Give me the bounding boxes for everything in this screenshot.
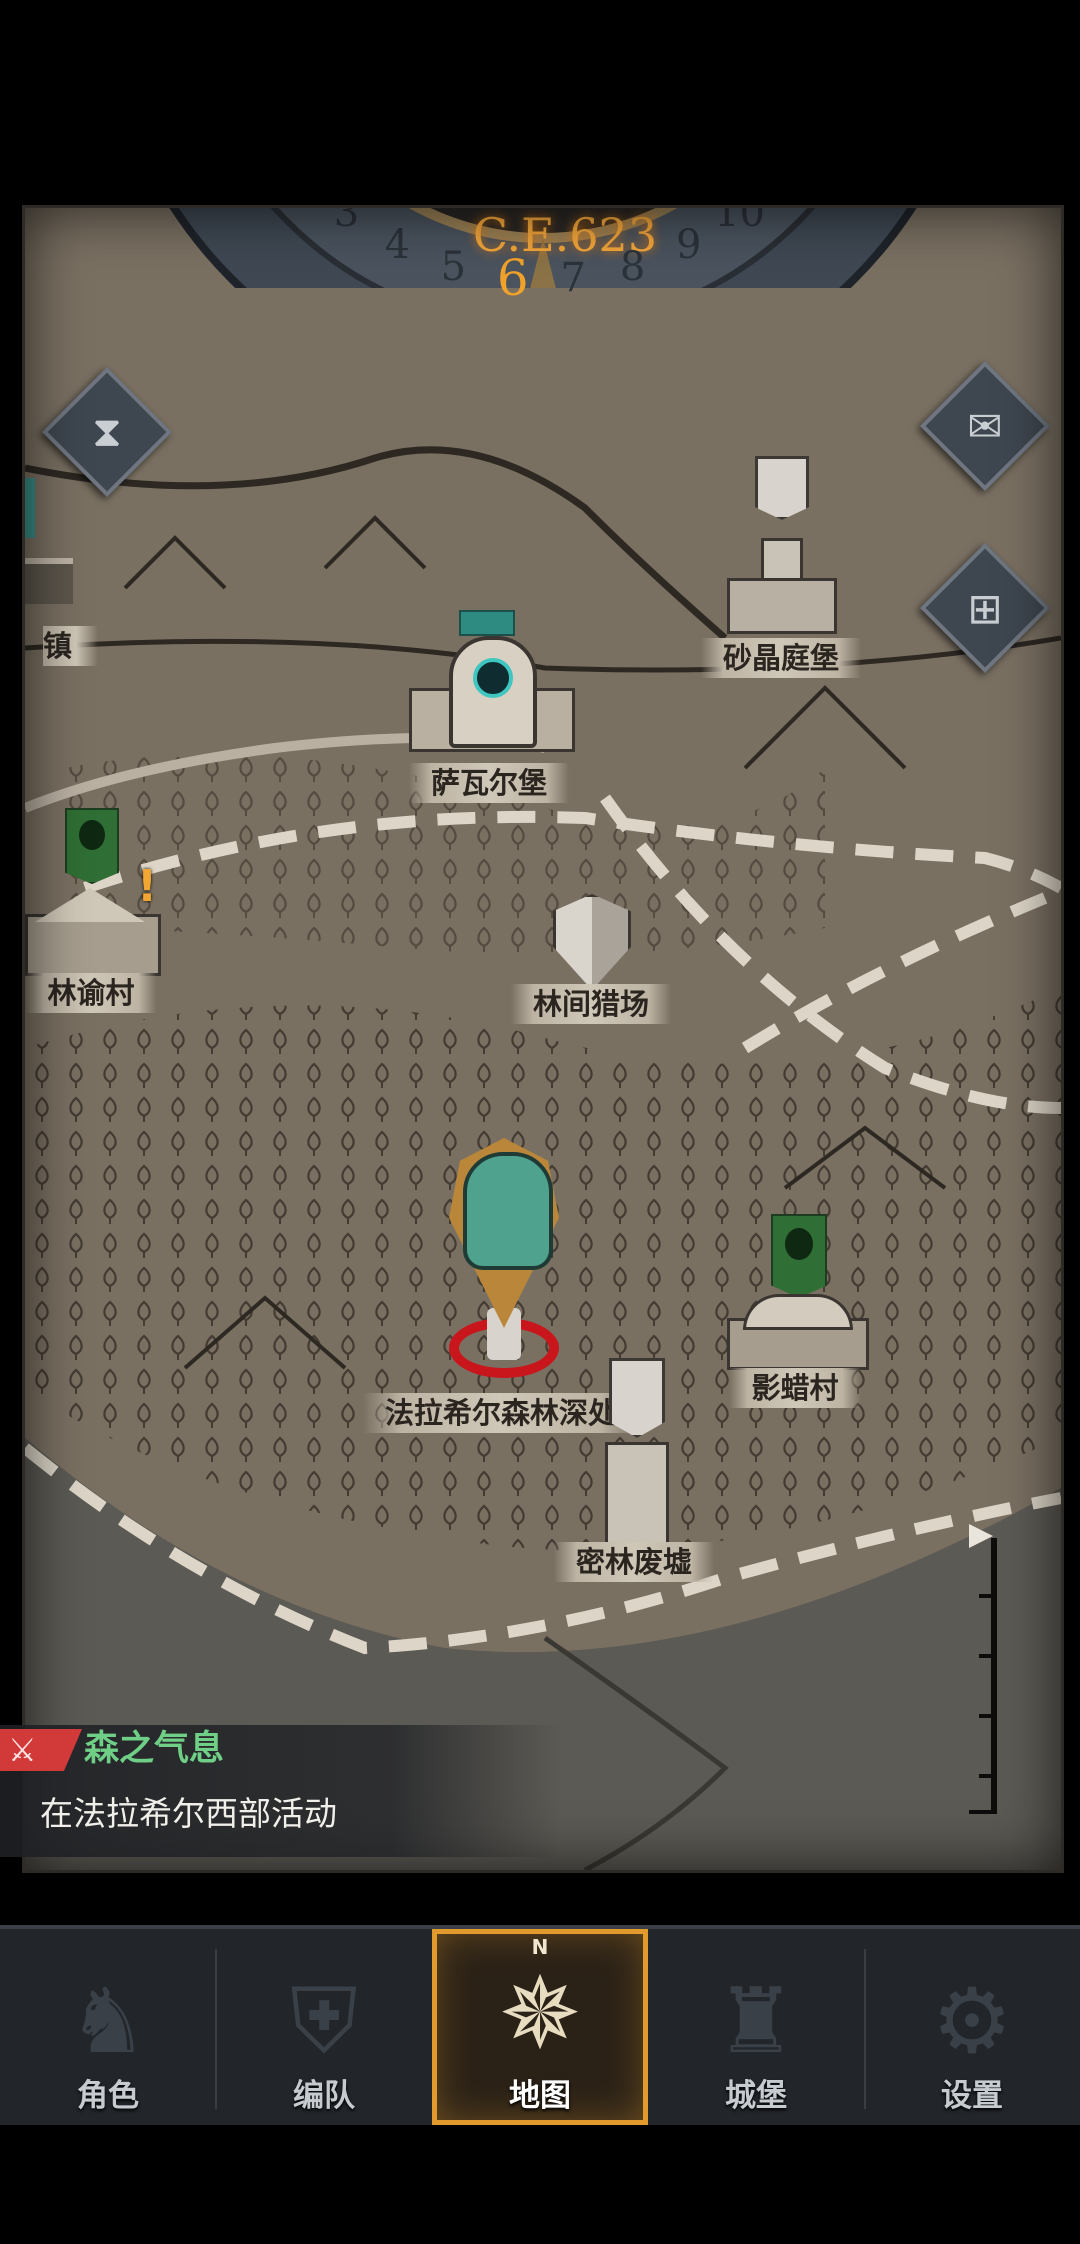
calendar-month: 5 <box>440 244 467 291</box>
partial-village-icon[interactable] <box>25 558 73 604</box>
player-marker[interactable] <box>449 1138 559 1398</box>
teal-edge-marker <box>25 478 35 538</box>
savar-castle-icon[interactable] <box>409 628 575 752</box>
world-map[interactable]: C.E.623 123456789101112 ⧗ ✉ ⊞ 镇 砂晶庭堡 萨瓦尔… <box>22 205 1064 1873</box>
crossed-swords-icon: ⚔ <box>8 1731 37 1769</box>
linyu-banner <box>65 808 119 884</box>
location-hunting-ground[interactable]: 林间猎场 <box>510 984 672 1024</box>
calendar-month: 7 <box>560 255 586 302</box>
knight-icon: ♞ <box>67 1969 149 2074</box>
hourglass-icon: ⧗ <box>92 407 122 456</box>
helmet-icon <box>463 1152 553 1270</box>
tree-icon <box>79 820 105 850</box>
ruins-tower-icon[interactable] <box>605 1442 669 1548</box>
calendar-month: 8 <box>619 244 646 291</box>
calendar-month: 4 <box>384 221 411 268</box>
tab-label-formation: 编队 <box>293 2078 355 2114</box>
location-forest-ruins[interactable]: 密林废墟 <box>553 1542 715 1582</box>
tab-label-map: 地图 <box>509 2078 571 2114</box>
castle-icon: ♜ <box>715 1969 797 2074</box>
grid-icon: ⊞ <box>967 583 1003 633</box>
bottom-tab-bar: ♞ 角色 ⛨ 编队 N ✵ 地图 ♜ 城堡 ⚙ 设置 <box>0 1925 1080 2125</box>
ruins-flag <box>609 1358 665 1438</box>
calendar-month: 10 <box>714 205 766 236</box>
tab-label-settings: 设置 <box>941 2078 1003 2114</box>
shadow-village-icon[interactable] <box>727 1294 869 1370</box>
zoom-slider[interactable] <box>969 1524 997 1814</box>
calendar-month: 6 <box>496 249 529 308</box>
location-partial-left[interactable]: 镇 <box>43 626 99 666</box>
flag-icon <box>969 1524 993 1548</box>
location-sandcrystal-castle[interactable]: 砂晶庭堡 <box>700 638 862 678</box>
quest-panel[interactable]: ⚔ 森之气息 在法拉希尔西部活动 <box>0 1725 560 1857</box>
gear-icon: ⚙ <box>931 1969 1013 2074</box>
tab-character[interactable]: ♞ 角色 <box>0 1929 216 2125</box>
location-savar-castle[interactable]: 萨瓦尔堡 <box>408 763 570 803</box>
location-shadow-village[interactable]: 影蜡村 <box>729 1368 861 1408</box>
shadow-banner <box>771 1214 827 1298</box>
helmet-icon: ⛨ <box>290 1969 358 2074</box>
tab-formation[interactable]: ⛨ 编队 <box>216 1929 432 2125</box>
tab-settings[interactable]: ⚙ 设置 <box>864 1929 1080 2125</box>
location-deep-forest[interactable]: 法拉希尔森林深处 <box>362 1393 640 1433</box>
tab-castle[interactable]: ♜ 城堡 <box>648 1929 864 2125</box>
quest-badge: ⚔ <box>0 1729 82 1771</box>
tree-icon <box>785 1228 813 1260</box>
quest-title: 森之气息 <box>84 1729 225 1769</box>
calendar-month: 3 <box>333 205 360 236</box>
tab-label-character: 角色 <box>77 2078 139 2114</box>
alert-icon[interactable]: ! <box>135 862 159 912</box>
eye-icon <box>473 658 513 698</box>
compass-icon: ✵ <box>498 1955 582 2072</box>
quest-description: 在法拉希尔西部活动 <box>40 1794 337 1833</box>
sandcrystal-castle-icon[interactable] <box>727 538 837 634</box>
sandcrystal-flag <box>755 456 809 520</box>
mail-icon: ✉ <box>967 401 1003 451</box>
calendar-month: 9 <box>675 221 702 268</box>
tab-map[interactable]: N ✵ 地图 <box>432 1929 648 2125</box>
location-linyu-village[interactable]: 林谕村 <box>25 973 157 1013</box>
tab-label-castle: 城堡 <box>725 2078 787 2114</box>
map-terrain <box>25 208 1061 1870</box>
